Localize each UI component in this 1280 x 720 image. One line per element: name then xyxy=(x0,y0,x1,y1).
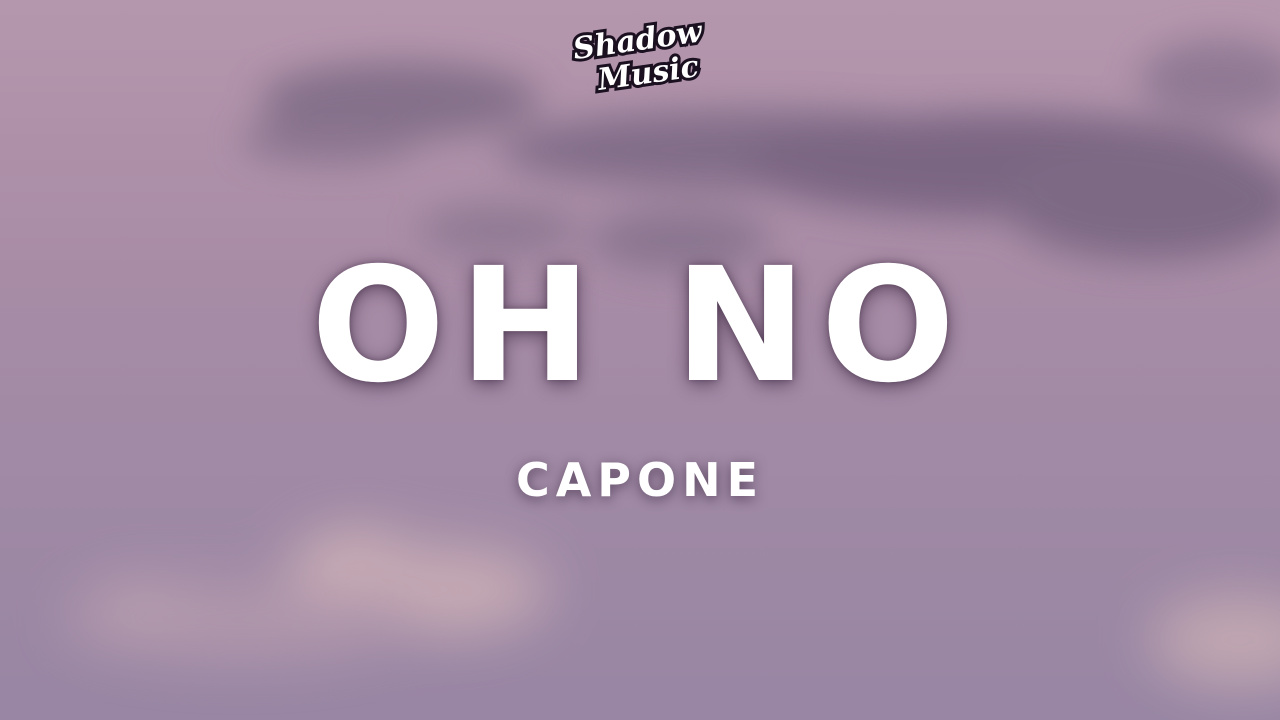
artist-name: CAPONE xyxy=(515,453,765,507)
song-title: OH NO xyxy=(310,234,970,418)
shadow-music-logo: Shadow Music xyxy=(560,8,720,108)
light-cloud-bank xyxy=(60,530,1280,685)
